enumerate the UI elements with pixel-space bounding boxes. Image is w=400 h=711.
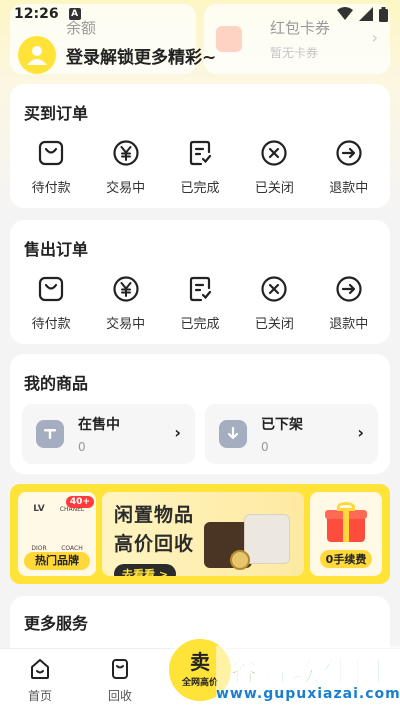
chevron-right-icon: ›: [357, 423, 364, 442]
yen-icon: [112, 276, 139, 302]
watch-image: [230, 550, 250, 570]
bought-closed[interactable]: 已关闭: [239, 139, 309, 196]
check-doc-icon: [189, 140, 212, 166]
on-sale-button[interactable]: 在售中 0 ›: [22, 404, 195, 464]
my-goods-card: 我的商品 在售中 0 › 已下架 0 ›: [10, 354, 390, 474]
sold-pending-payment[interactable]: 待付款: [16, 275, 86, 332]
sell-label: 卖: [190, 650, 210, 674]
on-sale-label: 在售中: [78, 417, 120, 433]
close-circle-icon: [261, 140, 287, 166]
bought-in-progress[interactable]: 交易中: [91, 139, 161, 196]
status-label: 待付款: [31, 181, 71, 196]
check-doc-icon: [189, 276, 212, 302]
gift-box-icon: [325, 502, 367, 542]
off-shelf-button[interactable]: 已下架 0 ›: [205, 404, 378, 464]
status-label: 退款中: [329, 317, 369, 332]
user-icon: [27, 46, 47, 65]
brand-logo: LV: [33, 504, 45, 514]
red-packet-icon: [216, 26, 242, 52]
arrow-right-circle-icon: [336, 140, 362, 166]
recycle-promo-tile[interactable]: 闲置物品 高价回收 去看看 >: [102, 492, 304, 576]
sold-orders-title: 售出订单: [24, 240, 89, 259]
chevron-right-icon: ›: [174, 423, 181, 442]
on-sale-count: 0: [78, 440, 86, 454]
battery-icon: [379, 6, 388, 22]
bought-refunding[interactable]: 退款中: [314, 139, 384, 196]
tab-home[interactable]: 首页: [0, 649, 80, 711]
site-watermark: 谷普软件园 www.gupuxiazai.com: [216, 646, 400, 711]
off-shelf-label: 已下架: [261, 417, 303, 433]
wallet-icon: [39, 140, 64, 166]
off-shelf-count: 0: [261, 440, 269, 454]
status-label: 交易中: [106, 181, 146, 196]
status-icons: [337, 6, 388, 22]
status-label: 交易中: [106, 317, 146, 332]
bought-orders-card: 买到订单 待付款 交易中 已完成 已关闭 退款中: [10, 84, 390, 208]
sold-closed[interactable]: 已关闭: [239, 275, 309, 332]
tab-home-label: 首页: [27, 689, 52, 703]
handbag-image: [244, 514, 290, 564]
wifi-icon: [337, 7, 353, 20]
yen-icon: [112, 140, 139, 166]
status-time: 12:26: [14, 6, 59, 22]
my-goods-title: 我的商品: [24, 374, 89, 393]
login-text: 登录解锁更多精彩~: [66, 47, 217, 68]
bought-orders-title: 买到订单: [24, 104, 89, 123]
coupon-subtitle: 暂无卡券: [270, 46, 319, 60]
sold-in-progress[interactable]: 交易中: [91, 275, 161, 332]
arrow-right-circle-icon: [336, 276, 362, 302]
chevron-right-icon: ›: [371, 28, 378, 47]
sold-orders-card: 售出订单 待付款 交易中 已完成 已关闭 退款中: [10, 220, 390, 344]
status-label: 已完成: [180, 181, 220, 196]
status-label: 已完成: [180, 317, 220, 332]
hot-brands-tile[interactable]: LV CHANEL DIOR COACH 40+ 热门品牌: [18, 492, 96, 576]
sold-completed[interactable]: 已完成: [165, 275, 235, 332]
wallet-icon: [39, 276, 64, 302]
tab-recycle[interactable]: 回收: [80, 649, 160, 711]
home-icon: [31, 659, 49, 679]
status-label: 已关闭: [254, 317, 294, 332]
status-label: 已关闭: [254, 181, 294, 196]
watermark-title: 谷普软件园: [230, 657, 386, 689]
bought-pending-payment[interactable]: 待付款: [16, 139, 86, 196]
recycle-icon: [112, 659, 128, 679]
brand-count-badge: 40+: [65, 496, 94, 508]
hot-brands-label: 热门品牌: [24, 552, 90, 570]
off-shelf-icon: [219, 420, 247, 448]
avatar: [18, 36, 56, 74]
notification-badge: A: [68, 8, 81, 20]
watermark-url: www.gupuxiazai.com: [216, 686, 400, 702]
promo-banner: LV CHANEL DIOR COACH 40+ 热门品牌 闲置物品 高价回收 …: [10, 484, 390, 584]
on-sale-icon: [36, 420, 64, 448]
tab-recycle-label: 回收: [107, 689, 132, 703]
status-bar: 12:26 A: [0, 0, 400, 28]
close-circle-icon: [261, 276, 287, 302]
zero-fee-label: 0手续费: [319, 550, 373, 568]
login-prompt[interactable]: 登录解锁更多精彩~: [18, 36, 216, 74]
signal-icon: [359, 7, 373, 21]
status-label: 退款中: [329, 181, 369, 196]
more-services-title: 更多服务: [24, 614, 89, 633]
zero-fee-tile[interactable]: 0手续费: [310, 492, 382, 576]
promo-cta-button[interactable]: 去看看 >: [114, 564, 177, 576]
bought-completed[interactable]: 已完成: [165, 139, 235, 196]
sold-refunding[interactable]: 退款中: [314, 275, 384, 332]
status-label: 待付款: [31, 317, 71, 332]
sell-sublabel: 全网高价: [181, 678, 218, 688]
